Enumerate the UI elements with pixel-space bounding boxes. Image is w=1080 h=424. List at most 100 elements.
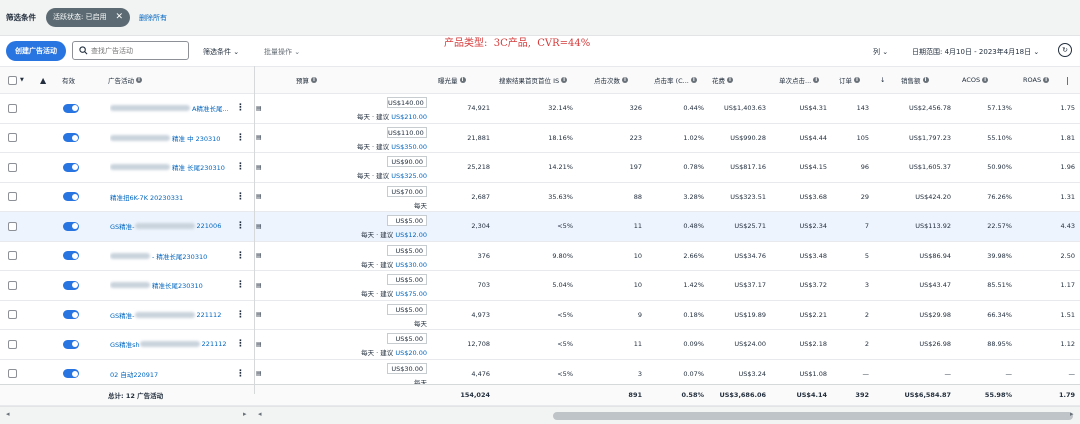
more-actions-icon[interactable]: ⋮ [236,94,242,123]
edit-icon[interactable]: ▤ [256,94,264,123]
row-checkbox-cell[interactable] [8,94,20,123]
campaign-name-link[interactable]: 精准长尾230310 [110,271,232,300]
suggested-budget[interactable]: US$350.00 [391,143,427,151]
header-sales[interactable]: 销售额 i [901,67,951,93]
budget-input[interactable]: US$140.00 [387,97,427,108]
campaign-name-link[interactable]: GS精准- 221112 [110,301,232,330]
active-toggle-cell[interactable] [63,212,83,241]
chevron-down-icon[interactable]: ▼ [20,77,24,83]
more-actions-icon[interactable]: ⋮ [236,124,242,153]
campaign-name-link[interactable]: GS精准sh 221112 [110,330,232,359]
campaign-name-link[interactable]: GS精准- 221006 [110,212,232,241]
row-checkbox[interactable] [8,310,17,320]
budget-input[interactable]: US$5.00 [387,244,427,256]
active-toggle-cell[interactable] [63,153,83,182]
edit-icon[interactable]: ▤ [256,301,264,330]
row-checkbox[interactable] [8,103,17,113]
suggested-budget[interactable]: US$30.00 [395,261,427,269]
campaign-name-link[interactable]: 精准 中 230310 [110,124,232,153]
table-row[interactable]: 精准 中 230310 ⋮ ▤ US$110.00 每天 · 建议 US$350… [0,123,1080,153]
header-clicks[interactable]: 点击次数 i [594,67,642,93]
active-toggle[interactable] [63,280,79,290]
active-status-filter-chip[interactable]: 活跃状态: 已启用 ✕ [46,8,130,27]
active-toggle[interactable] [63,103,79,113]
header-active[interactable]: 有效 [62,67,92,93]
more-actions-icon[interactable]: ⋮ [236,153,242,182]
header-campaign[interactable]: 广告活动 i [108,67,228,93]
scroll-left-icon[interactable]: ◂ [258,410,262,418]
header-acos[interactable]: ACOS i [962,67,1012,93]
suggested-budget[interactable]: US$325.00 [391,172,427,180]
suggested-budget[interactable]: US$75.00 [395,290,427,298]
scroll-right-icon[interactable]: ▸ [243,410,247,418]
settings-icon[interactable]: ↻ [1058,43,1072,57]
more-actions-icon[interactable]: ⋮ [236,330,242,359]
campaign-name-link[interactable]: 精准扭6K-7K 20230331 [110,183,232,212]
columns-dropdown[interactable]: 列 ⌄ [873,47,888,57]
row-checkbox[interactable] [8,162,17,172]
campaign-name-link[interactable]: - 精准长尾230310 [110,242,232,271]
table-row[interactable]: A精准长尾... ⋮ ▤ US$140.00 每天 · 建议 US$210.00… [0,94,1080,124]
header-top-of-search[interactable]: 搜索结果首页首位 IS i [499,67,581,93]
budget-input[interactable]: US$30.00 [387,362,427,374]
edit-icon[interactable]: ▤ [256,153,264,182]
row-checkbox-cell[interactable] [8,301,20,330]
select-all-checkbox[interactable] [8,75,17,85]
row-checkbox-cell[interactable] [8,124,20,153]
edit-icon[interactable]: ▤ [256,183,264,212]
active-toggle-cell[interactable] [63,124,83,153]
budget-input[interactable]: US$110.00 [387,126,427,138]
edit-icon[interactable]: ▤ [256,212,264,241]
budget-input[interactable]: US$90.00 [387,156,427,167]
budget-input[interactable]: US$70.00 [387,185,427,197]
edit-icon[interactable]: ▤ [256,271,264,300]
close-icon[interactable]: ✕ [115,8,123,27]
create-campaign-button[interactable]: 创建广告活动 [6,41,66,61]
budget-input[interactable]: US$5.00 [387,274,427,285]
active-toggle-cell[interactable] [63,183,83,212]
row-checkbox-cell[interactable] [8,330,20,359]
row-checkbox[interactable] [8,280,17,290]
header-ctr[interactable]: 点击率 (C... i [654,67,704,93]
header-orders[interactable]: 订单 i [839,67,869,93]
sort-descending-icon[interactable]: ↓ [880,67,890,93]
row-checkbox-cell[interactable] [8,183,20,212]
row-checkbox-cell[interactable] [8,271,20,300]
more-actions-icon[interactable]: ⋮ [236,212,242,241]
table-row[interactable]: GS精准- 221006 ⋮ ▤ US$5.00 每天 · 建议 US$12.00… [0,212,1080,242]
table-row[interactable]: 精准 长尾230310 ⋮ ▤ US$90.00 每天 · 建议 US$325.… [0,153,1080,183]
active-toggle-cell[interactable] [63,271,83,300]
edit-icon[interactable]: ▤ [256,124,264,153]
active-toggle-cell[interactable] [63,330,83,359]
suggested-budget[interactable]: US$210.00 [391,113,427,121]
active-toggle[interactable] [63,369,79,379]
row-checkbox[interactable] [8,192,17,202]
clear-all-filters-link[interactable]: 删除所有 [139,13,167,23]
select-all-control[interactable]: ▼ [8,67,32,93]
row-checkbox[interactable] [8,369,17,379]
header-cpc[interactable]: 单次点击... i [779,67,833,93]
row-checkbox[interactable] [8,339,17,349]
header-budget[interactable]: 预算 i [296,67,426,93]
row-checkbox-cell[interactable] [8,153,20,182]
suggested-budget[interactable]: US$20.00 [395,349,427,357]
more-actions-icon[interactable]: ⋮ [236,271,242,300]
active-toggle[interactable] [63,310,79,320]
active-toggle-cell[interactable] [63,242,83,271]
more-actions-icon[interactable]: ⋮ [236,183,242,212]
active-toggle-cell[interactable] [63,94,83,123]
campaign-name-link[interactable]: A精准长尾... [110,94,232,123]
row-checkbox-cell[interactable] [8,242,20,271]
campaign-name-link[interactable]: 精准 长尾230310 [110,153,232,182]
active-toggle-cell[interactable] [63,301,83,330]
header-roas[interactable]: ROAS i [1023,67,1063,93]
edit-icon[interactable]: ▤ [256,242,264,271]
budget-input[interactable]: US$5.00 [387,333,427,344]
filter-dropdown[interactable]: 筛选条件 ⌄ [203,47,239,57]
search-box[interactable] [72,41,189,60]
more-actions-icon[interactable]: ⋮ [236,301,242,330]
active-toggle[interactable] [63,251,79,261]
table-row[interactable]: 精准长尾230310 ⋮ ▤ US$5.00 每天 · 建议 US$75.00 … [0,271,1080,301]
budget-input[interactable]: US$5.00 [387,303,427,315]
table-row[interactable]: GS精准sh 221112 ⋮ ▤ US$5.00 每天 · 建议 US$20.0… [0,330,1080,360]
